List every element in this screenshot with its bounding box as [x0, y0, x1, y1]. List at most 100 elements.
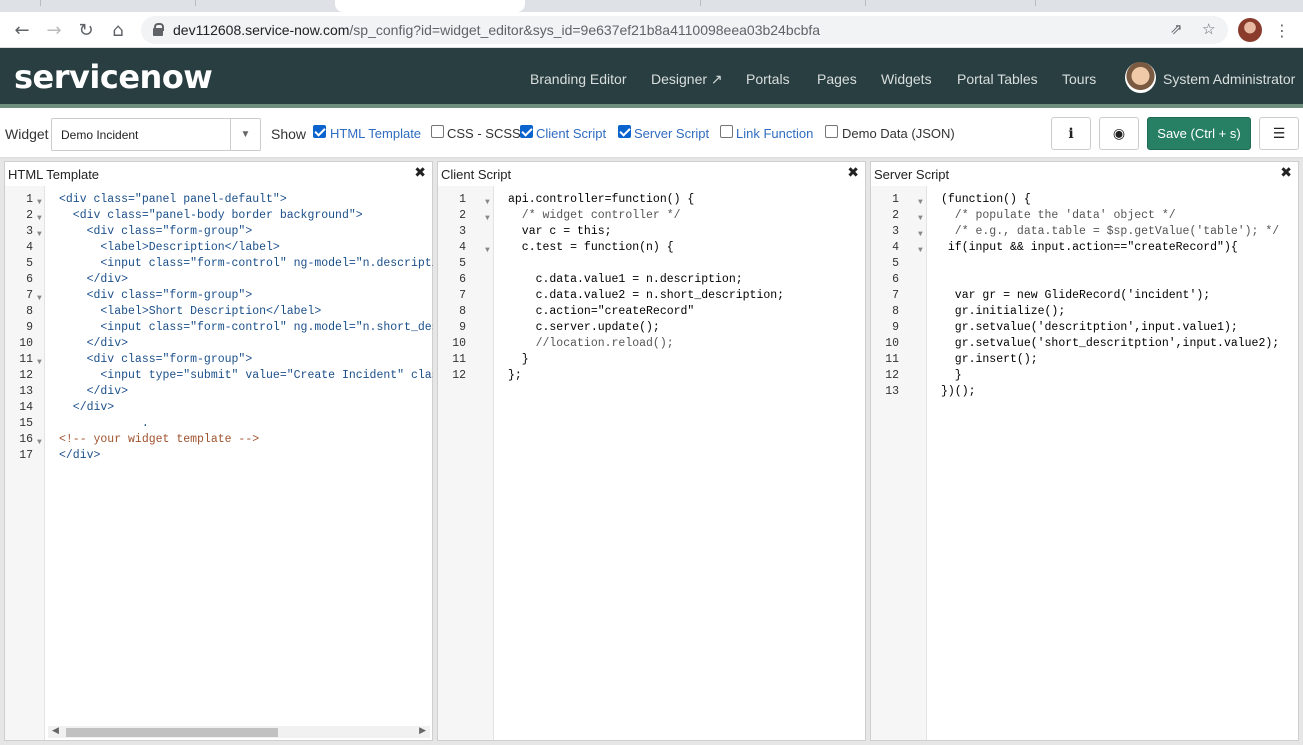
checkbox-label-demo-data[interactable]: Demo Data (JSON) [842, 126, 955, 141]
checkbox-label-server-script[interactable]: Server Script [634, 126, 709, 141]
code-line[interactable]: //location.reload(); [508, 336, 862, 352]
fold-arrow-icon[interactable]: ▼ [485, 211, 490, 227]
fold-arrow-icon[interactable]: ▼ [37, 355, 42, 371]
code-line[interactable]: </div> [59, 272, 433, 288]
checkbox-html-template[interactable] [313, 125, 326, 138]
scroll-right-icon[interactable]: ▶ [419, 725, 426, 736]
nav-designer[interactable]: Designer ↗ [651, 71, 723, 88]
code-line[interactable]: c.server.update(); [508, 320, 862, 336]
code-line[interactable]: <input class="form-control" ng.model="n.… [59, 320, 433, 336]
nav-tours[interactable]: Tours [1062, 71, 1096, 87]
code-line[interactable]: api.controller=function() { [508, 192, 862, 208]
code-line[interactable]: c.action="createRecord" [508, 304, 862, 320]
reload-icon[interactable]: ↻ [74, 18, 98, 42]
fold-arrow-icon[interactable]: ▼ [37, 435, 42, 451]
menu-button[interactable]: ☰ [1259, 117, 1299, 150]
url-text[interactable]: dev112608.service-now.com/sp_config?id=w… [173, 22, 820, 38]
code-line[interactable]: <input type="submit" value="Create Incid… [59, 368, 433, 384]
nav-widgets[interactable]: Widgets [881, 71, 932, 87]
nav-portal-tables[interactable]: Portal Tables [957, 71, 1038, 87]
fold-arrow-icon[interactable]: ▼ [918, 243, 923, 259]
checkbox-label-link-function[interactable]: Link Function [736, 126, 813, 141]
fold-arrow-icon[interactable]: ▼ [918, 227, 923, 243]
code-line[interactable]: })(); [941, 384, 1295, 400]
code-line[interactable]: } [508, 352, 862, 368]
code-line[interactable]: c.data.value1 = n.description; [508, 272, 862, 288]
nav-portals[interactable]: Portals [746, 71, 790, 87]
save-button[interactable]: Save (Ctrl + s) [1147, 117, 1251, 150]
code-line[interactable]: gr.initialize(); [941, 304, 1295, 320]
close-icon[interactable]: ✖ [1280, 165, 1292, 181]
horizontal-scrollbar[interactable]: ◀ ▶ [48, 725, 430, 738]
code-line[interactable]: </div> [59, 384, 433, 400]
code-line[interactable]: }; [508, 368, 862, 384]
code-line[interactable]: /* e.g., data.table = $sp.getValue('tabl… [941, 224, 1295, 240]
code-line[interactable]: <div class="form-group"> [59, 224, 433, 240]
code-line[interactable]: gr.setvalue('short_descritption',input.v… [941, 336, 1295, 352]
close-icon[interactable]: ✖ [847, 165, 859, 181]
code-line[interactable]: gr.setvalue('descritption',input.value1)… [941, 320, 1295, 336]
fold-arrow-icon[interactable]: ▼ [37, 195, 42, 211]
code-line[interactable]: <input class="form-control" ng-model="n.… [59, 256, 433, 272]
home-icon[interactable]: ⌂ [106, 18, 130, 42]
checkbox-link-function[interactable] [720, 125, 733, 138]
chevron-down-icon[interactable]: ▼ [230, 119, 260, 150]
active-browser-tab[interactable] [335, 0, 525, 12]
fold-arrow-icon[interactable]: ▼ [37, 291, 42, 307]
line-number: 7 [892, 289, 899, 302]
forward-icon[interactable]: → [42, 18, 66, 42]
scrollbar-thumb[interactable] [66, 728, 278, 737]
code-line[interactable]: . [59, 416, 433, 432]
code-line[interactable]: <!-- your widget template --> [59, 432, 433, 448]
browser-profile-icon[interactable] [1238, 18, 1262, 42]
line-number: 8 [892, 305, 899, 318]
fold-arrow-icon[interactable]: ▼ [37, 227, 42, 243]
share-icon[interactable]: ⇗ [1170, 20, 1183, 38]
code-line[interactable]: c.data.value2 = n.short_description; [508, 288, 862, 304]
code-line[interactable]: var c = this; [508, 224, 862, 240]
close-icon[interactable]: ✖ [414, 165, 426, 181]
bookmark-star-icon[interactable]: ☆ [1202, 20, 1215, 38]
code-line[interactable]: var gr = new GlideRecord('incident'); [941, 288, 1295, 304]
code-line[interactable]: <div class="form-group"> [59, 352, 433, 368]
checkbox-label-client-script[interactable]: Client Script [536, 126, 606, 141]
fold-arrow-icon[interactable]: ▼ [485, 243, 490, 259]
nav-branding-editor[interactable]: Branding Editor [530, 71, 627, 87]
checkbox-client-script[interactable] [520, 125, 533, 138]
user-avatar[interactable] [1125, 62, 1156, 93]
checkbox-css-scss[interactable] [431, 125, 444, 138]
info-button[interactable]: i [1051, 117, 1091, 150]
servicenow-logo[interactable]: servicenow [14, 58, 213, 96]
fold-arrow-icon[interactable]: ▼ [485, 195, 490, 211]
code-line[interactable]: </div> [59, 336, 433, 352]
checkbox-demo-data[interactable] [825, 125, 838, 138]
code-line[interactable]: /* populate the 'data' object */ [941, 208, 1295, 224]
code-line[interactable]: <div class="panel panel-default"> [59, 192, 433, 208]
preview-button[interactable]: ◉ [1099, 117, 1139, 150]
fold-arrow-icon[interactable]: ▼ [37, 211, 42, 227]
checkbox-label-css-scss[interactable]: CSS - SCSS [447, 126, 521, 141]
fold-arrow-icon[interactable]: ▼ [918, 195, 923, 211]
nav-pages[interactable]: Pages [817, 71, 857, 87]
checkbox-server-script[interactable] [618, 125, 631, 138]
code-line[interactable]: (function() { [941, 192, 1295, 208]
code-line[interactable]: <div class="form-group"> [59, 288, 433, 304]
code-line[interactable]: /* widget controller */ [508, 208, 862, 224]
back-icon[interactable]: ← [10, 18, 34, 42]
code-line[interactable]: <label>Short Description</label> [59, 304, 433, 320]
code-line[interactable]: } [941, 368, 1295, 384]
kebab-menu-icon[interactable]: ⋮ [1270, 18, 1294, 42]
code-line[interactable]: c.test = function(n) { [508, 240, 862, 256]
code-line[interactable]: gr.insert(); [941, 352, 1295, 368]
code-line[interactable]: <label>Description</label> [59, 240, 433, 256]
fold-arrow-icon[interactable]: ▼ [918, 211, 923, 227]
user-name[interactable]: System Administrator [1163, 71, 1295, 87]
code-line[interactable]: <div class="panel-body border background… [59, 208, 433, 224]
code-line[interactable]: if(input && input.action=="createRecord"… [941, 240, 1295, 256]
code-line[interactable]: </div> [59, 448, 433, 464]
checkbox-label-html-template[interactable]: HTML Template [330, 126, 421, 141]
widget-select[interactable]: Demo Incident ▼ [51, 118, 261, 151]
code-line[interactable]: </div> [59, 400, 433, 416]
url-bar[interactable]: dev112608.service-now.com/sp_config?id=w… [141, 16, 1228, 44]
scroll-left-icon[interactable]: ◀ [52, 725, 59, 736]
